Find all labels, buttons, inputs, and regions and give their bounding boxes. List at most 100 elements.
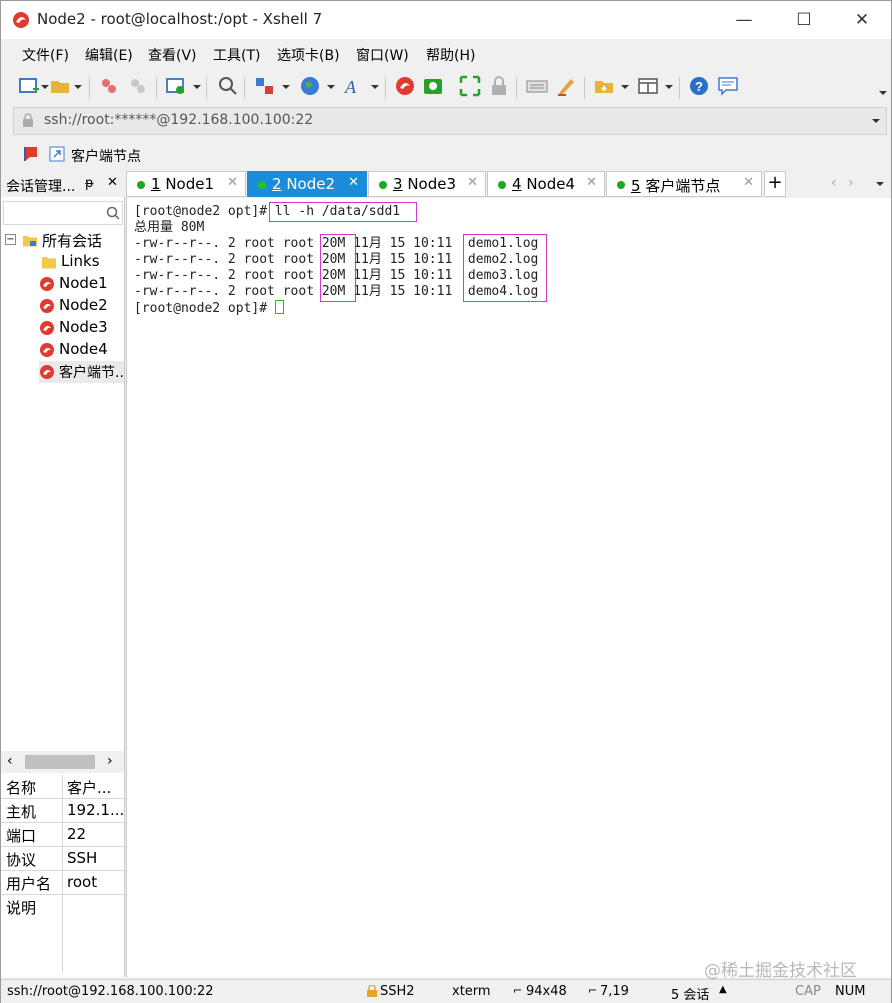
tree-item-client-node[interactable]: 客户端节... bbox=[39, 361, 124, 383]
chevron-up-icon[interactable]: ▲ bbox=[719, 984, 727, 995]
close-icon[interactable]: ✕ bbox=[467, 175, 478, 190]
link-client-node[interactable]: 客户端节点 bbox=[71, 146, 141, 166]
menu-view[interactable]: 查看(V) bbox=[148, 45, 197, 65]
chevron-down-icon[interactable] bbox=[665, 85, 673, 89]
globe-icon[interactable] bbox=[299, 75, 321, 97]
menu-edit[interactable]: 编辑(E) bbox=[85, 45, 133, 65]
menu-tabs[interactable]: 选项卡(B) bbox=[277, 45, 340, 65]
search-icon[interactable] bbox=[106, 206, 120, 220]
size-highlight-box bbox=[320, 234, 356, 302]
tab-label: 4 Node4 bbox=[512, 175, 575, 193]
toolbar-overflow-icon[interactable] bbox=[879, 91, 887, 95]
tab-scroll-left-icon[interactable]: ‹ bbox=[831, 175, 837, 191]
tab-layout-icon[interactable] bbox=[637, 75, 659, 97]
tab-node1[interactable]: 1 Node1 ✕ bbox=[126, 171, 246, 197]
status-dot bbox=[379, 181, 387, 189]
chevron-down-icon[interactable] bbox=[193, 85, 201, 89]
pin-icon[interactable]: ᵽ bbox=[85, 176, 94, 191]
tab-node3[interactable]: 3 Node3 ✕ bbox=[368, 171, 486, 197]
tab-node2[interactable]: 2 Node2 ✕ bbox=[247, 171, 367, 197]
maximize-button[interactable]: ☐ bbox=[781, 1, 827, 39]
terminal-output[interactable]: [root@node2 opt]# ll -h /data/sdd1 总用量 8… bbox=[126, 198, 891, 977]
tab-label: 2 Node2 bbox=[272, 175, 335, 193]
keyboard-icon[interactable] bbox=[526, 75, 548, 97]
close-icon[interactable]: ✕ bbox=[348, 175, 359, 190]
add-tab-button[interactable]: + bbox=[764, 171, 786, 197]
disconnect-icon[interactable] bbox=[127, 75, 149, 97]
reconnect-icon[interactable] bbox=[98, 75, 120, 97]
prop-row: 说明 bbox=[1, 895, 124, 973]
close-icon[interactable]: ✕ bbox=[107, 175, 118, 190]
chat-icon[interactable] bbox=[717, 75, 739, 97]
chevron-down-icon[interactable] bbox=[872, 119, 880, 123]
status-bar: ssh://root@192.168.100.100:22 SSH2 xterm… bbox=[1, 979, 891, 1003]
close-icon[interactable]: ✕ bbox=[586, 175, 597, 190]
status-sessions[interactable]: 5 会话 bbox=[671, 984, 709, 1003]
open-folder-icon[interactable] bbox=[49, 75, 71, 97]
menu-window[interactable]: 窗口(W) bbox=[356, 45, 409, 65]
status-terminal-type: xterm bbox=[452, 984, 491, 999]
prop-value: root bbox=[67, 873, 98, 891]
lock-icon bbox=[23, 113, 33, 127]
terminal-line: [root@node2 opt]# bbox=[134, 300, 284, 316]
menu-file[interactable]: 文件(F) bbox=[22, 45, 69, 65]
status-dot bbox=[498, 181, 506, 189]
prop-key: 端口 bbox=[6, 827, 37, 845]
tree-label: Links bbox=[61, 252, 100, 270]
xshell-session-icon bbox=[40, 277, 54, 291]
xftp-icon[interactable] bbox=[422, 75, 444, 97]
status-size: 94x48 bbox=[526, 984, 567, 999]
tab-list-icon[interactable] bbox=[876, 182, 884, 186]
address-input[interactable]: ssh://root:******@192.168.100.100:22 bbox=[44, 112, 313, 128]
properties-icon[interactable] bbox=[165, 75, 187, 97]
scroll-right-icon[interactable]: › bbox=[107, 753, 113, 769]
font-icon[interactable]: A bbox=[343, 75, 365, 97]
status-connection: ssh://root@192.168.100.100:22 bbox=[7, 984, 214, 999]
xshell-icon[interactable] bbox=[394, 75, 416, 97]
tab-client-node[interactable]: 5 客户端节点 ✕ bbox=[606, 171, 762, 197]
lock-icon[interactable] bbox=[488, 75, 510, 97]
help-icon[interactable]: ? bbox=[688, 75, 710, 97]
chevron-down-icon[interactable] bbox=[371, 85, 379, 89]
close-icon[interactable]: ✕ bbox=[743, 175, 754, 190]
address-bar[interactable]: ssh://root:******@192.168.100.100:22 bbox=[13, 107, 887, 135]
chevron-down-icon[interactable] bbox=[282, 85, 290, 89]
tab-scroll-right-icon[interactable]: › bbox=[848, 175, 854, 191]
scrollbar-thumb[interactable] bbox=[25, 755, 95, 769]
prop-value: SSH bbox=[67, 849, 98, 867]
prop-key: 名称 bbox=[6, 779, 37, 797]
xshell-session-icon bbox=[40, 343, 54, 357]
chevron-down-icon[interactable] bbox=[74, 85, 82, 89]
command-highlight-box bbox=[269, 202, 417, 222]
chevron-down-icon[interactable] bbox=[621, 85, 629, 89]
xshell-window: Node2 - root@localhost:/opt - Xshell 7 —… bbox=[0, 0, 892, 1003]
scroll-left-icon[interactable]: ‹ bbox=[7, 753, 13, 769]
new-session-icon[interactable] bbox=[18, 75, 40, 97]
chevron-down-icon[interactable] bbox=[327, 85, 335, 89]
prop-key: 协议 bbox=[6, 851, 37, 869]
search-icon[interactable] bbox=[217, 75, 239, 97]
status-cursor-pos: 7,19 bbox=[600, 984, 629, 999]
bookmark-icon[interactable] bbox=[23, 146, 39, 162]
compose-icon[interactable] bbox=[555, 75, 577, 97]
minimize-button[interactable]: — bbox=[721, 1, 767, 39]
close-button[interactable]: ✕ bbox=[839, 1, 885, 39]
title-bar: Node2 - root@localhost:/opt - Xshell 7 —… bbox=[1, 1, 891, 39]
chevron-down-icon[interactable] bbox=[41, 85, 49, 89]
new-folder-icon[interactable] bbox=[593, 75, 615, 97]
close-icon[interactable]: ✕ bbox=[227, 175, 238, 190]
layout-icon[interactable] bbox=[254, 75, 276, 97]
tab-node4[interactable]: 4 Node4 ✕ bbox=[487, 171, 605, 197]
shell-prompt: [root@node2 opt]# bbox=[134, 301, 275, 316]
tree-label: 客户端节... bbox=[59, 365, 124, 381]
menu-help[interactable]: 帮助(H) bbox=[426, 45, 475, 65]
tab-name: Node3 bbox=[407, 175, 457, 193]
horizontal-scrollbar[interactable]: ‹ › bbox=[1, 751, 124, 773]
tab-number: 5 bbox=[631, 177, 641, 195]
tab-name: Node2 bbox=[286, 175, 336, 193]
tab-number: 2 bbox=[272, 175, 282, 193]
session-search-input[interactable] bbox=[3, 201, 123, 225]
fullscreen-icon[interactable] bbox=[459, 75, 481, 97]
menu-tools[interactable]: 工具(T) bbox=[213, 45, 260, 65]
collapse-icon[interactable]: − bbox=[5, 234, 16, 245]
